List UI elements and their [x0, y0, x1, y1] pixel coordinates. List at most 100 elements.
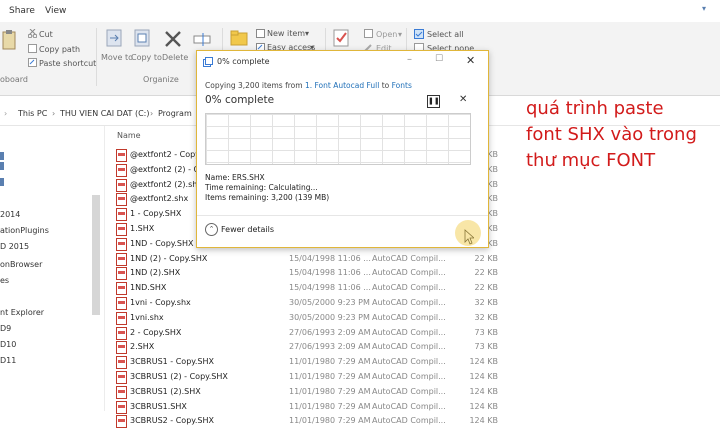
ribbon-tabs: Share View [0, 0, 720, 22]
open-button[interactable]: Open [376, 30, 397, 39]
shx-file-icon [116, 193, 127, 207]
breadcrumb-drive[interactable]: THU VIEN CAI DAT (C:) [60, 109, 150, 118]
copy-to-button[interactable]: Copy to [131, 53, 162, 62]
column-header-name[interactable]: Name [117, 131, 141, 140]
tab-view[interactable]: View [45, 6, 66, 16]
navigation-pane: 2014 ationPlugins D 2015 onBrowser es nt… [0, 126, 105, 411]
annotation-line: quá trình paste [526, 98, 664, 119]
minimize-button[interactable]: – [407, 54, 412, 65]
file-size: 124 KB [469, 372, 498, 381]
move-to-button[interactable]: Move to [101, 53, 133, 62]
cut-button[interactable]: Cut [39, 30, 53, 39]
breadcrumb-separator-icon: › [150, 109, 154, 118]
cancel-copy-button[interactable]: ✕ [459, 94, 467, 105]
new-item-icon[interactable] [256, 29, 265, 38]
table-row[interactable]: 3CBRUS1 - Copy.SHX 11/01/1980 7:29 AM Auto… [112, 354, 502, 370]
copy-dialog-icon [203, 57, 213, 67]
file-name: 1ND (2).SHX [130, 268, 181, 278]
copy-to-icon[interactable] [133, 28, 151, 48]
table-row[interactable]: 3CBRUS2 - Copy.SHX 11/01/1980 7:29 AM Auto… [112, 413, 502, 428]
file-name: 2 - Copy.SHX [130, 327, 182, 337]
copy-source-link[interactable]: 1. Font Autocad Full [305, 81, 379, 90]
tab-share[interactable]: Share [9, 6, 35, 16]
delete-button[interactable]: Delete [162, 53, 188, 62]
nav-expand-icon[interactable] [0, 152, 4, 160]
file-name: 3CBRUS1 - Copy.SHX [130, 357, 214, 367]
file-size: 73 KB [474, 342, 498, 352]
open-icon[interactable] [364, 29, 373, 38]
file-type: AutoCAD Compil... [372, 283, 446, 293]
copy-path-button[interactable]: Copy path [39, 45, 80, 54]
dialog-title: 0% complete [217, 57, 270, 66]
open-dropdown-icon[interactable]: ▾ [398, 30, 402, 39]
file-size: 32 KB [474, 298, 498, 307]
shx-file-icon [116, 252, 127, 266]
copy-summary-to: to [381, 81, 390, 90]
file-name: 3CBRUS2 - Copy.SHX [130, 416, 214, 426]
nav-item[interactable]: ationPlugins [0, 226, 49, 235]
shx-file-icon [116, 385, 127, 399]
file-type: AutoCAD Compil... [372, 253, 446, 263]
nav-item[interactable]: 2014 [0, 210, 20, 219]
nav-item[interactable]: nt Explorer [0, 308, 44, 317]
table-row[interactable]: 3CBRUS1.SHX 11/01/1980 7:29 AM AutoCAD Com… [112, 399, 502, 414]
nav-scrollbar[interactable] [92, 195, 100, 315]
table-row[interactable]: 1vni.shx 30/05/2000 9:23 PM AutoCAD Compil… [112, 310, 502, 325]
cursor-highlight [455, 220, 481, 246]
copy-destination-link[interactable]: Fonts [392, 81, 412, 90]
shx-file-icon [116, 163, 127, 177]
file-date: 11/01/1980 7:29 AM [289, 401, 371, 411]
new-item-dropdown-icon[interactable]: ▾ [305, 29, 309, 38]
nav-expand-icon[interactable] [0, 178, 4, 186]
select-all-button[interactable]: Select all [427, 30, 464, 39]
move-to-icon[interactable] [105, 28, 123, 48]
nav-item[interactable]: es [0, 276, 9, 285]
properties-icon[interactable] [332, 28, 350, 48]
copy-path-icon[interactable] [28, 44, 37, 53]
nav-item[interactable]: onBrowser [0, 260, 42, 269]
file-type: AutoCAD Compil... [372, 268, 446, 278]
ribbon-collapse-icon[interactable]: ▾ [702, 4, 706, 13]
table-row[interactable]: 1vni - Copy.shx 30/05/2000 9:23 PM AutoCAD… [112, 295, 502, 310]
file-name: @extfont2 (2).sh [130, 179, 198, 189]
table-row[interactable]: 1ND (2) - Copy.SHX 15/04/1998 11:06 ... Au… [112, 251, 502, 266]
copy-summary-prefix: Copying 3,200 items from [205, 81, 303, 90]
fewer-details-button[interactable]: Fewer details [221, 225, 274, 234]
new-folder-icon[interactable] [230, 29, 248, 47]
file-type: AutoCAD Compil... [372, 298, 446, 307]
paste-shortcut-icon[interactable] [28, 58, 37, 67]
breadcrumb-this-pc[interactable]: This PC [18, 109, 47, 118]
organize-group-label: Organize [143, 75, 179, 84]
nav-item[interactable]: D 2015 [0, 242, 29, 251]
chevron-up-icon[interactable]: ⌃ [205, 223, 218, 236]
nav-expand-icon[interactable] [0, 162, 4, 170]
pause-button[interactable]: ❚❚ [427, 95, 440, 108]
file-size: 22 KB [474, 253, 498, 263]
table-row[interactable]: 1ND.SHX 15/04/1998 11:06 ... AutoCAD Compi… [112, 280, 502, 296]
breadcrumb-program[interactable]: Program [158, 109, 192, 118]
table-row[interactable]: 3CBRUS1 (2) - Copy.SHX 11/01/1980 7:29 AM… [112, 369, 502, 384]
table-row[interactable]: 2 - Copy.SHX 27/06/1993 2:09 AM AutoCAD Co… [112, 325, 502, 340]
shx-file-icon [116, 237, 127, 251]
clipboard-group-label: oboard [0, 75, 28, 84]
table-row[interactable]: 2.SHX 27/06/1993 2:09 AM AutoCAD Compil...… [112, 339, 502, 355]
table-row[interactable]: 1ND (2).SHX 15/04/1998 11:06 ... AutoCAD C… [112, 265, 502, 281]
address-leading-chevron-icon[interactable]: › [4, 109, 7, 118]
shx-file-icon [116, 267, 127, 281]
paste-icon[interactable] [2, 30, 16, 50]
file-date: 27/06/1993 2:09 AM [289, 327, 371, 337]
file-size: 124 KB [469, 357, 498, 367]
paste-shortcut-button[interactable]: Paste shortcut [39, 59, 96, 68]
close-button[interactable]: ✕ [466, 54, 475, 67]
nav-item[interactable]: D11 [0, 356, 16, 365]
rename-icon[interactable] [193, 30, 211, 48]
maximize-button[interactable]: ☐ [435, 54, 443, 64]
delete-icon[interactable] [164, 30, 182, 48]
select-all-icon[interactable] [414, 29, 424, 39]
nav-item[interactable]: D10 [0, 340, 16, 349]
shx-file-icon [116, 311, 127, 325]
table-row[interactable]: 3CBRUS1 (2).SHX 11/01/1980 7:29 AM AutoCAD… [112, 384, 502, 399]
nav-item[interactable]: D9 [0, 324, 11, 333]
new-item-button[interactable]: New item [267, 29, 305, 38]
cut-icon[interactable] [28, 29, 37, 38]
